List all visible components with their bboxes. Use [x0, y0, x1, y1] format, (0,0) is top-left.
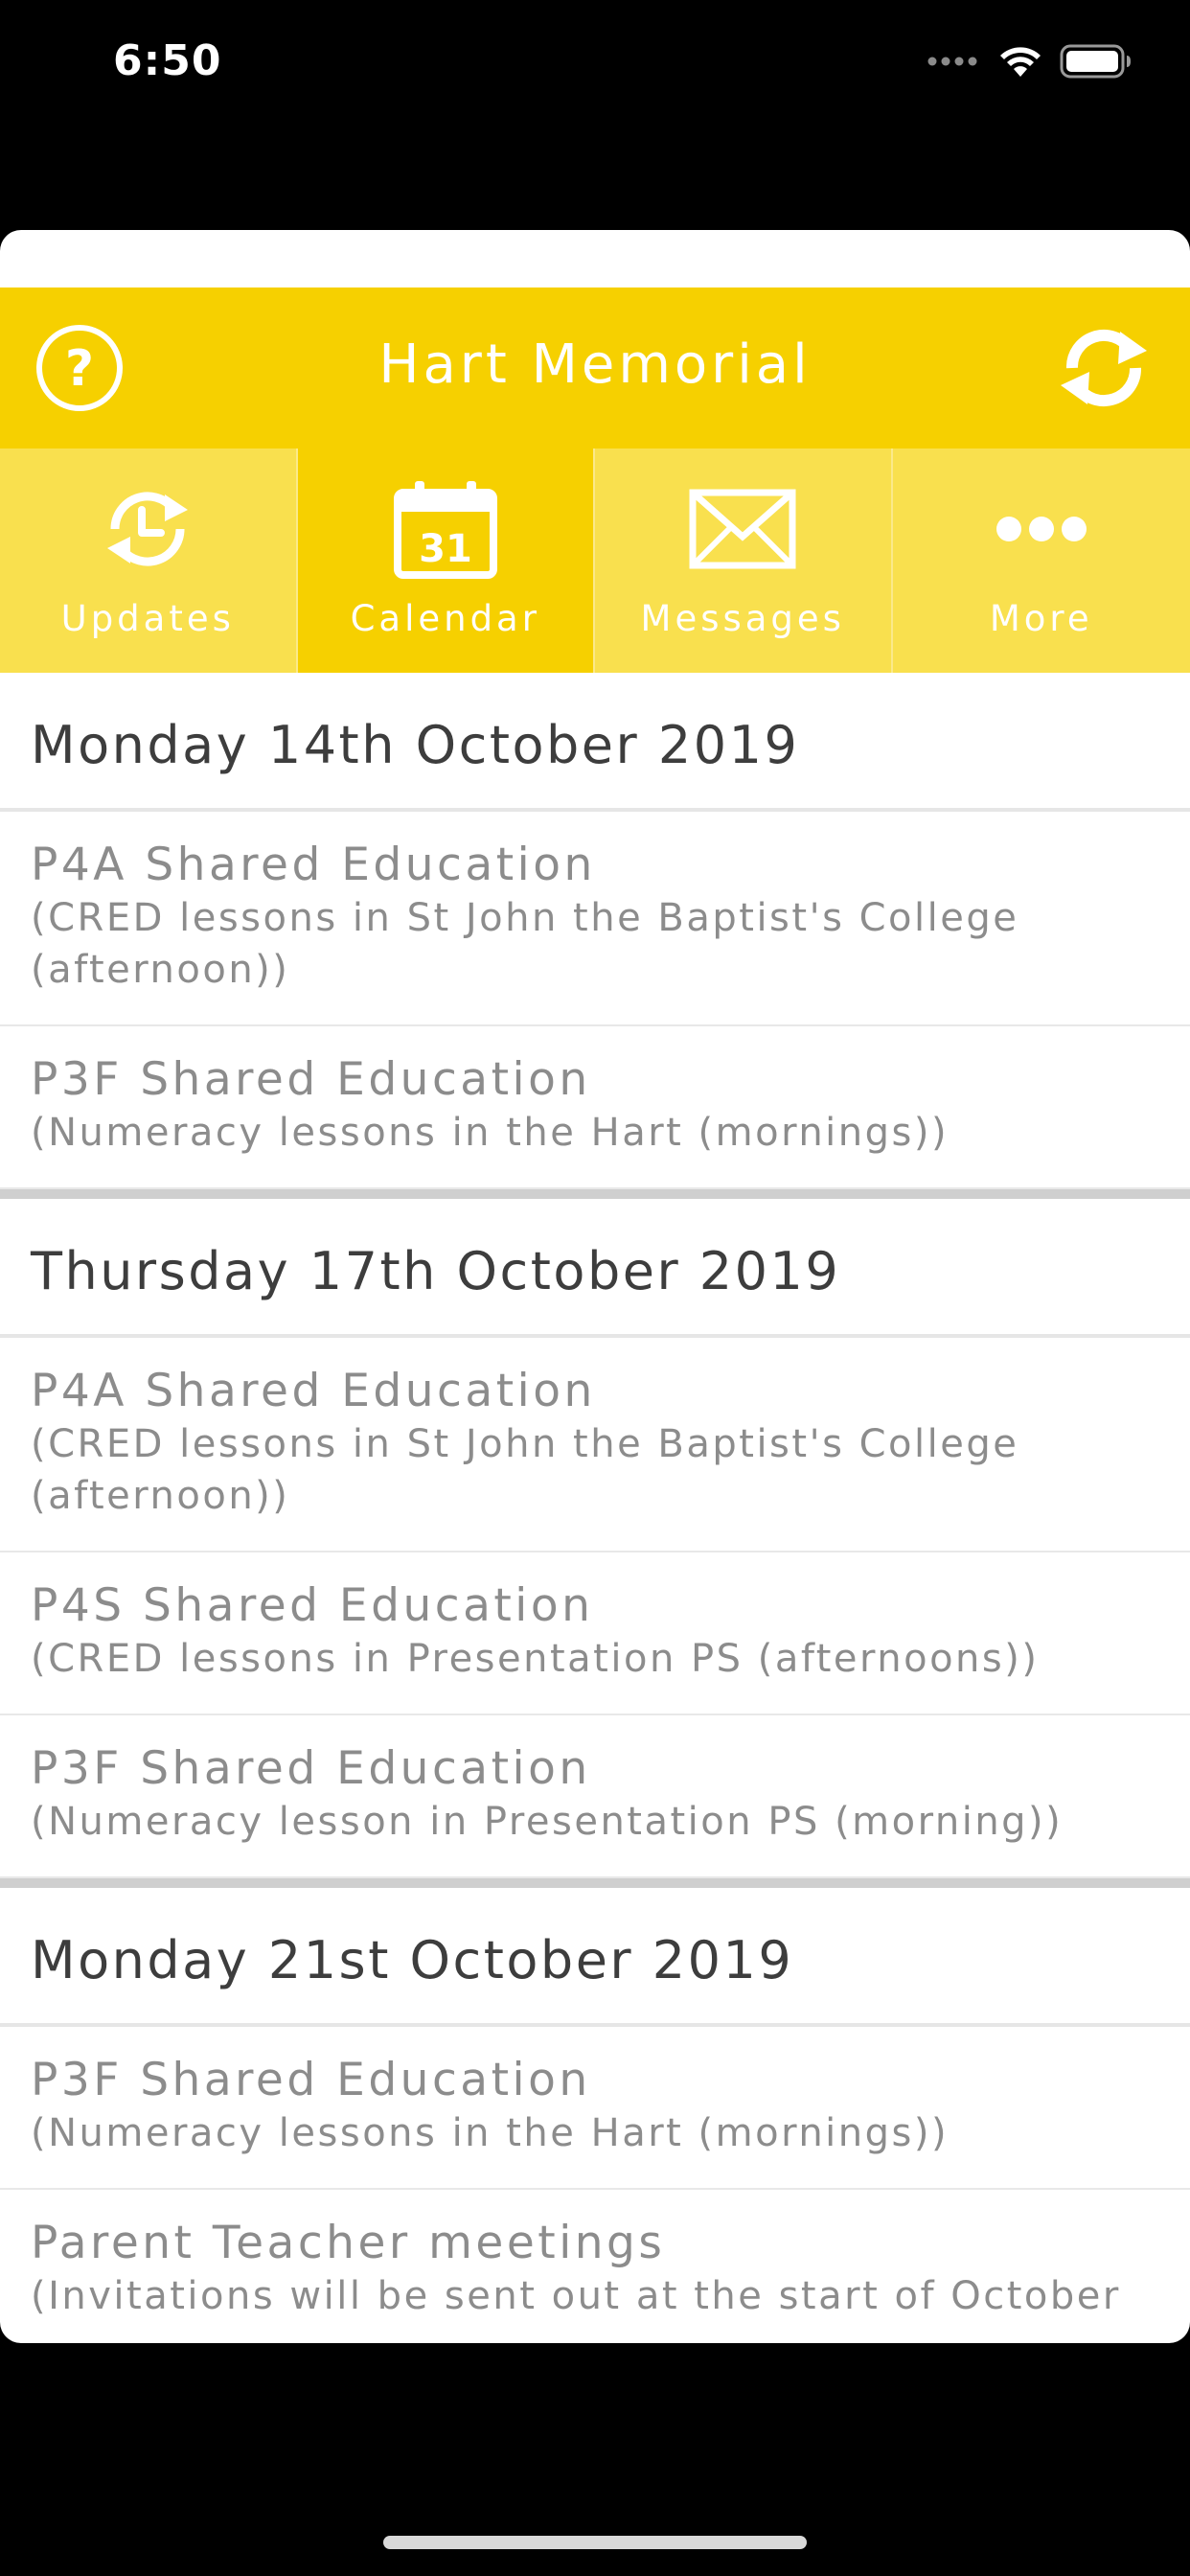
- tab-bar: Updates 31 Calendar Messages More: [0, 448, 1190, 673]
- event-description: (Numeracy lesson in Presentation PS (mor…: [31, 1800, 1064, 1844]
- event-item[interactable]: P4A Shared Education (CRED lessons in St…: [0, 1338, 1190, 1552]
- app-card: ? Hart Memorial Updates 31 Calendar Mess…: [0, 230, 1190, 2343]
- home-indicator: [383, 2536, 807, 2549]
- day-separator: [0, 1189, 1190, 1199]
- more-dots-icon: [995, 517, 1087, 541]
- refresh-button[interactable]: [1051, 322, 1156, 414]
- event-title: P4A Shared Education: [31, 839, 596, 891]
- event-title: P4S Shared Education: [31, 1579, 594, 1632]
- status-time: 6:50: [113, 36, 222, 85]
- envelope-icon: [689, 489, 796, 569]
- tab-messages[interactable]: Messages: [595, 448, 893, 673]
- event-item[interactable]: P4A Shared Education (CRED lessons in St…: [0, 812, 1190, 1026]
- status-bar: 6:50: [0, 0, 1190, 134]
- event-title: Parent Teacher meetings: [31, 2217, 666, 2269]
- cellular-signal-icon: [927, 57, 977, 66]
- event-title: P3F Shared Education: [31, 1742, 591, 1795]
- calendar-list[interactable]: Monday 14th October 2019 P4A Shared Educ…: [0, 673, 1190, 2343]
- event-description: (Numeracy lessons in the Hart (mornings)…: [31, 2111, 950, 2155]
- wifi-icon: [1000, 47, 1041, 77]
- event-title: P3F Shared Education: [31, 1053, 591, 1106]
- day-header: Monday 14th October 2019: [0, 673, 1190, 812]
- calendar-icon-day: 31: [419, 527, 472, 571]
- event-description: (Invitations will be sent out at the sta…: [31, 2274, 1121, 2318]
- day-header: Thursday 17th October 2019: [0, 1199, 1190, 1338]
- battery-icon: [1060, 44, 1131, 79]
- tab-updates[interactable]: Updates: [0, 448, 298, 673]
- event-item[interactable]: P3F Shared Education (Numeracy lesson in…: [0, 1715, 1190, 1878]
- tab-more[interactable]: More: [892, 448, 1190, 673]
- tab-label: More: [989, 598, 1093, 639]
- calendar-icon: 31: [393, 481, 497, 579]
- day-header: Monday 21st October 2019: [0, 1888, 1190, 2027]
- event-description: (CRED lessons in St John the Baptist's C…: [31, 896, 1019, 992]
- event-item[interactable]: P3F Shared Education (Numeracy lessons i…: [0, 1026, 1190, 1189]
- event-description: (CRED lessons in Presentation PS (aftern…: [31, 1637, 1040, 1681]
- event-description: (Numeracy lessons in the Hart (mornings)…: [31, 1111, 950, 1155]
- day-separator: [0, 1878, 1190, 1888]
- tab-label: Calendar: [350, 598, 540, 639]
- tab-label: Messages: [640, 598, 845, 639]
- event-description: (CRED lessons in St John the Baptist's C…: [31, 1422, 1019, 1518]
- tab-label: Updates: [60, 598, 235, 639]
- event-item[interactable]: Parent Teacher meetings (Invitations wil…: [0, 2190, 1190, 2343]
- tab-calendar[interactable]: 31 Calendar: [297, 448, 595, 673]
- clock-refresh-icon: [107, 492, 189, 566]
- event-title: P4A Shared Education: [31, 1365, 596, 1417]
- event-title: P3F Shared Education: [31, 2054, 591, 2106]
- event-item[interactable]: P4S Shared Education (CRED lessons in Pr…: [0, 1552, 1190, 1715]
- status-icons: [927, 42, 1133, 80]
- app-title: Hart Memorial: [378, 334, 812, 396]
- event-item[interactable]: P3F Shared Education (Numeracy lessons i…: [0, 2027, 1190, 2190]
- app-header: ? Hart Memorial: [0, 288, 1190, 448]
